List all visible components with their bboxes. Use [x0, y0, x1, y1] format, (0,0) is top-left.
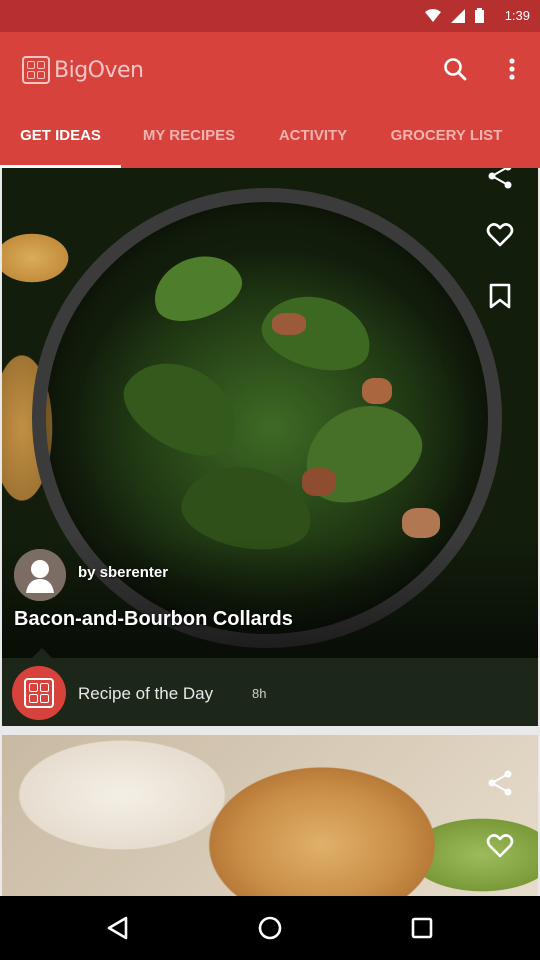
back-icon	[107, 916, 128, 940]
share-icon	[488, 168, 512, 189]
recents-icon	[411, 917, 433, 939]
bacon-graphic	[402, 508, 440, 538]
status-bar: 1:39	[0, 0, 540, 32]
recipe-feed[interactable]: by sberenter Bacon-and-Bourbon Collards …	[0, 168, 540, 896]
home-button[interactable]	[250, 908, 290, 948]
bookmark-icon	[489, 283, 511, 309]
home-icon	[258, 916, 282, 940]
signal-icon	[451, 8, 465, 23]
bacon-graphic	[302, 468, 336, 496]
status-time: 1:39	[504, 8, 530, 23]
user-avatar-icon	[14, 549, 66, 601]
app-bar: BigOven GET IDEAS MY RECIPES ACTIVITY GR…	[0, 32, 540, 168]
wifi-icon	[425, 8, 441, 22]
author-name[interactable]: by sberenter	[78, 564, 168, 581]
heart-icon	[486, 834, 514, 858]
recents-button[interactable]	[402, 908, 442, 948]
battery-icon	[475, 8, 484, 23]
tab-my-recipes[interactable]: MY RECIPES	[121, 120, 257, 168]
bookmark-button[interactable]	[482, 278, 518, 314]
more-vert-icon	[509, 58, 515, 80]
bigoven-logo-icon	[12, 666, 66, 720]
recipe-photo[interactable]	[2, 735, 538, 896]
tab-get-ideas[interactable]: GET IDEAS	[0, 120, 121, 168]
heart-icon	[486, 223, 514, 247]
bigoven-logo-icon	[22, 56, 50, 84]
recipe-photo[interactable]	[2, 168, 538, 658]
share-button[interactable]	[482, 168, 518, 194]
favorite-button[interactable]	[482, 216, 518, 252]
tab-activity[interactable]: ACTIVITY	[257, 120, 369, 168]
photo-gradient	[2, 538, 538, 658]
system-nav-bar	[0, 896, 540, 960]
back-button[interactable]	[98, 908, 138, 948]
caption-notch	[32, 648, 52, 658]
app-logo-text: BigOven	[54, 57, 144, 83]
search-button[interactable]	[440, 54, 472, 86]
tab-bar: GET IDEAS MY RECIPES ACTIVITY GROCERY LI…	[0, 120, 540, 168]
bacon-graphic	[272, 313, 306, 335]
card-footer-time: 8h	[252, 686, 267, 701]
card-footer: Recipe of the Day 8h	[2, 658, 538, 726]
author-avatar[interactable]	[14, 549, 66, 601]
status-icons	[425, 8, 484, 23]
share-button[interactable]	[482, 765, 518, 801]
bacon-graphic	[362, 378, 392, 404]
favorite-button[interactable]	[482, 827, 518, 863]
more-options-button[interactable]	[498, 54, 526, 86]
recipe-card[interactable]: by sberenter Bacon-and-Bourbon Collards …	[2, 168, 538, 726]
search-icon	[444, 58, 467, 81]
recipe-title[interactable]: Bacon-and-Bourbon Collards	[14, 608, 293, 631]
share-icon	[488, 770, 512, 796]
card-footer-label: Recipe of the Day	[78, 684, 214, 703]
tab-grocery-list[interactable]: GROCERY LIST	[369, 120, 524, 168]
app-logo: BigOven	[22, 56, 144, 84]
recipe-card[interactable]	[2, 735, 538, 896]
